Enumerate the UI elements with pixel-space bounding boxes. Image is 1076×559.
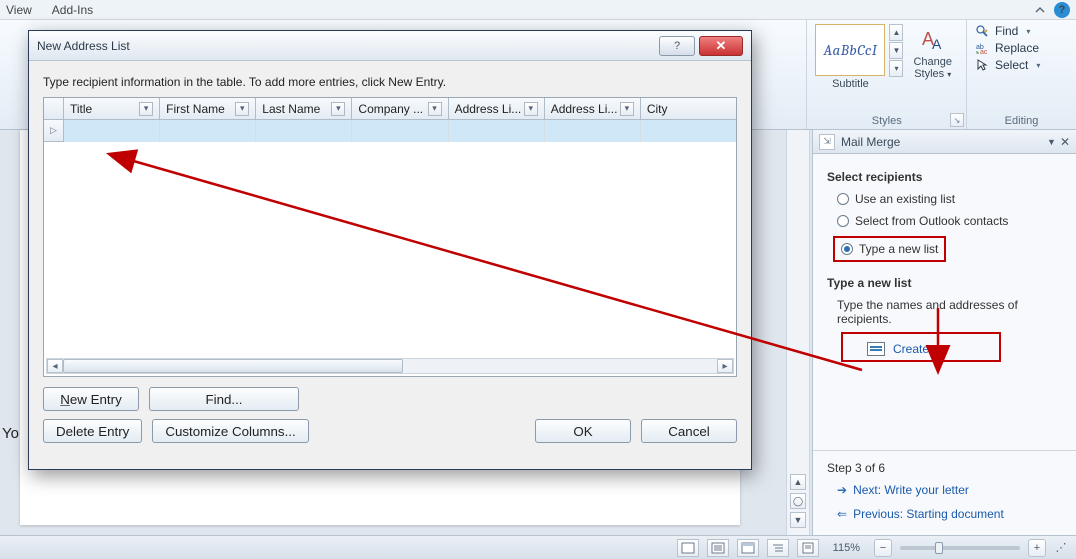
type-new-list-heading: Type a new list [827, 276, 1062, 290]
pane-footer: Step 3 of 6 ➔Next: Write your letter ⇐Pr… [813, 450, 1076, 535]
replace-button[interactable]: abac Replace [975, 41, 1068, 55]
create-button[interactable]: Create... [867, 342, 939, 356]
chevron-down-icon[interactable]: ▾ [620, 102, 634, 116]
row-selector-icon[interactable]: ▷ [44, 120, 64, 142]
zoom-level[interactable]: 115% [833, 542, 860, 554]
pane-title: Mail Merge [841, 135, 900, 149]
document-text-fragment: Yo [2, 425, 19, 442]
pane-pin-icon[interactable]: ⇲ [819, 134, 835, 150]
zoom-slider[interactable] [900, 546, 1020, 550]
svg-text:A: A [932, 36, 942, 52]
resize-grip-icon[interactable]: ⋰ [1054, 541, 1068, 554]
ribbon-group-editing: Find▾ abac Replace Select▾ Editing [966, 20, 1076, 129]
change-styles-button[interactable]: AA Change Styles ▾ [907, 24, 958, 82]
grid-cell[interactable] [160, 120, 256, 142]
svg-text:ac: ac [980, 49, 988, 55]
mail-merge-pane: ⇲ Mail Merge ▼ ✕ Select recipients Use a… [812, 130, 1076, 535]
new-address-list-dialog: New Address List ? ✕ Type recipient info… [28, 30, 752, 470]
prev-page-icon[interactable]: ▲ [790, 474, 806, 490]
ok-button[interactable]: OK [535, 419, 631, 443]
grid-horizontal-scrollbar[interactable]: ◂ ▸ [46, 358, 734, 374]
create-list-icon [867, 342, 885, 356]
browse-object-icon[interactable]: ◯ [790, 493, 806, 509]
zoom-in-button[interactable]: + [1028, 539, 1046, 557]
view-full-screen-icon[interactable] [707, 539, 729, 557]
cancel-button[interactable]: Cancel [641, 419, 737, 443]
dialog-title: New Address List [37, 39, 130, 53]
ribbon-group-label: Styles [815, 111, 958, 127]
grid-col-city[interactable]: City [641, 98, 736, 119]
customize-columns-button[interactable]: Customize Columns... [152, 419, 308, 443]
type-new-list-desc: Type the names and addresses of recipien… [837, 298, 1062, 326]
select-recipients-heading: Select recipients [827, 170, 1062, 184]
grid-cell[interactable] [64, 120, 160, 142]
address-grid[interactable]: Title▾ First Name▾ Last Name▾ Company ..… [43, 97, 737, 377]
minimize-ribbon-icon[interactable] [1034, 4, 1046, 16]
grid-col-address1[interactable]: Address Li...▾ [449, 98, 545, 119]
next-step-link[interactable]: ➔Next: Write your letter [837, 483, 1062, 497]
ribbon-group-styles: AaBbCcI Subtitle ▲▼▾ AA Change Styles ▾ … [806, 20, 966, 129]
grid-cell[interactable] [641, 120, 736, 142]
find-button-dialog[interactable]: Find... [149, 387, 299, 411]
scroll-right-icon[interactable]: ▸ [717, 359, 733, 373]
dialog-close-button[interactable]: ✕ [699, 36, 743, 56]
chevron-down-icon[interactable]: ▾ [139, 102, 153, 116]
zoom-out-button[interactable]: − [874, 539, 892, 557]
grid-cell[interactable] [256, 120, 352, 142]
new-entry-button[interactable]: New Entry [43, 387, 139, 411]
chevron-down-icon[interactable]: ▾ [428, 102, 442, 116]
pane-menu-icon[interactable]: ▼ [1047, 137, 1056, 147]
chevron-down-icon[interactable]: ▾ [331, 102, 345, 116]
help-icon[interactable]: ? [1054, 2, 1070, 18]
view-print-layout-icon[interactable] [677, 539, 699, 557]
grid-row[interactable]: ▷ [44, 120, 736, 142]
grid-cell[interactable] [449, 120, 545, 142]
dialog-instruction: Type recipient information in the table.… [43, 75, 737, 89]
select-button[interactable]: Select▾ [975, 58, 1068, 72]
ribbon-group-label: Editing [975, 111, 1068, 127]
delete-entry-button[interactable]: Delete Entry [43, 419, 142, 443]
menu-view[interactable]: View [6, 3, 32, 17]
grid-col-address2[interactable]: Address Li...▾ [545, 98, 641, 119]
grid-col-title[interactable]: Title▾ [64, 98, 160, 119]
view-outline-icon[interactable] [767, 539, 789, 557]
grid-cell[interactable] [545, 120, 641, 142]
menu-bar: View Add-Ins ? [0, 0, 1076, 20]
view-web-layout-icon[interactable] [737, 539, 759, 557]
style-gallery-item[interactable]: AaBbCcI [815, 24, 885, 76]
grid-col-firstname[interactable]: First Name▾ [160, 98, 256, 119]
pane-close-icon[interactable]: ✕ [1060, 135, 1070, 149]
chevron-down-icon[interactable]: ▾ [524, 102, 538, 116]
prev-step-link[interactable]: ⇐Previous: Starting document [837, 507, 1062, 521]
grid-col-company[interactable]: Company ...▾ [352, 98, 448, 119]
vertical-scrollbar[interactable]: ▲ ◯ ▼ [786, 130, 810, 535]
pane-header: ⇲ Mail Merge ▼ ✕ [813, 130, 1076, 154]
radio-existing-list[interactable]: Use an existing list [837, 192, 1062, 206]
grid-header: Title▾ First Name▾ Last Name▾ Company ..… [44, 98, 736, 120]
step-label: Step 3 of 6 [827, 461, 1062, 475]
view-draft-icon[interactable] [797, 539, 819, 557]
scroll-left-icon[interactable]: ◂ [47, 359, 63, 373]
radio-outlook-contacts[interactable]: Select from Outlook contacts [837, 214, 1062, 228]
style-gallery-label: Subtitle [832, 78, 869, 90]
styles-dialog-launcher[interactable]: ↘ [950, 113, 964, 127]
next-page-icon[interactable]: ▼ [790, 512, 806, 528]
status-bar: 115% − + ⋰ [0, 535, 1076, 559]
style-gallery-scroll[interactable]: ▲▼▾ [889, 24, 903, 77]
radio-type-new-list[interactable]: Type a new list [841, 242, 938, 256]
dialog-help-button[interactable]: ? [659, 36, 695, 56]
grid-col-lastname[interactable]: Last Name▾ [256, 98, 352, 119]
chevron-down-icon[interactable]: ▾ [235, 102, 249, 116]
grid-cell[interactable] [352, 120, 448, 142]
menu-addins[interactable]: Add-Ins [52, 3, 93, 17]
dialog-titlebar[interactable]: New Address List ? ✕ [29, 31, 751, 61]
find-button[interactable]: Find▾ [975, 24, 1068, 38]
